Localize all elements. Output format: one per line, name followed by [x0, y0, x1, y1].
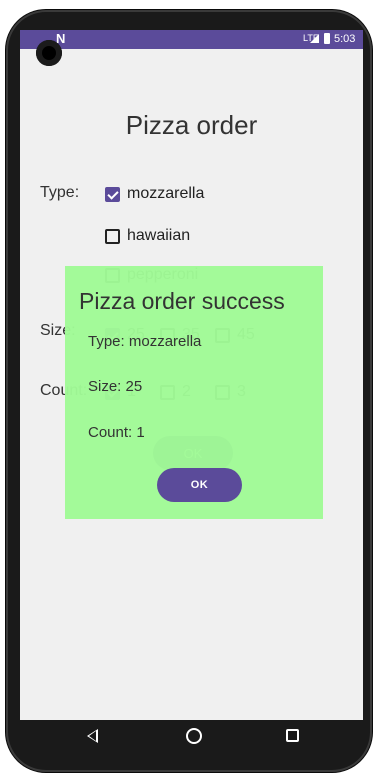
- app-screen: N LTE 5:03 Pizza order Type: mozzarella …: [20, 30, 363, 720]
- status-bar: N LTE 5:03: [20, 30, 363, 49]
- dialog-type-line: Type: mozzarella: [88, 333, 202, 350]
- checkbox-icon: [105, 228, 120, 244]
- dialog-ok-button[interactable]: OK: [157, 468, 242, 502]
- dialog-count-line: Count: 1: [88, 424, 145, 441]
- type-option-label: hawaiian: [127, 227, 191, 244]
- type-option-hawaiian[interactable]: hawaiian: [105, 227, 190, 245]
- signal-icon: [310, 34, 319, 43]
- front-camera: [36, 40, 62, 66]
- checkbox-icon: [105, 186, 120, 202]
- status-time: 5:03: [334, 33, 356, 45]
- type-label: Type:: [40, 184, 80, 201]
- home-icon[interactable]: [186, 728, 202, 744]
- dialog-size-line: Size: 25: [88, 378, 143, 395]
- battery-icon: [324, 33, 330, 44]
- back-icon[interactable]: [87, 729, 98, 743]
- type-option-label: mozzarella: [127, 185, 205, 202]
- navigation-bar: [20, 720, 363, 752]
- dialog-title: Pizza order success: [79, 288, 285, 314]
- success-dialog: Pizza order success Type: mozzarella Siz…: [65, 266, 323, 519]
- page-title: Pizza order: [125, 110, 258, 140]
- type-option-mozzarella[interactable]: mozzarella: [105, 185, 204, 203]
- recent-apps-icon[interactable]: [286, 729, 299, 742]
